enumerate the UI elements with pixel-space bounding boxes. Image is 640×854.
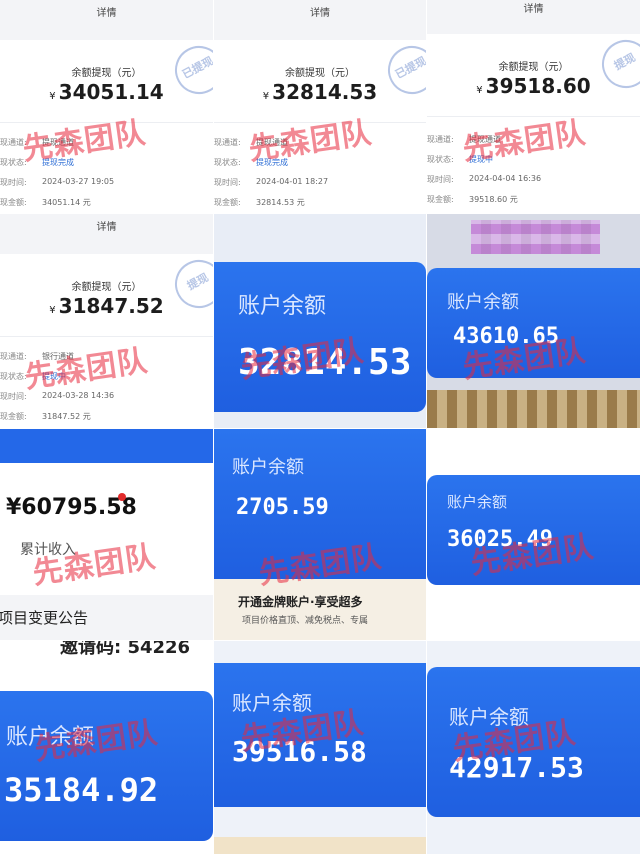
notice-text: 项目变更公告: [0, 609, 89, 627]
detail-card: 已提现 余额提现（元） ¥34051.14 现通道: 提现通道 现状态: 提现完成 …: [0, 37, 213, 213]
row-status: 现状态: 提现中: [0, 372, 66, 381]
balance-value: 32814.53: [238, 342, 412, 383]
income-label: 累计收入: [20, 542, 76, 558]
row-status: 现状态: 提现完成: [214, 158, 288, 167]
balance-card: 账户余额 35184.92: [0, 691, 213, 841]
withdrawal-detail-3: 详情 提现 余额提现（元） ¥39518.60 现通道: 提现通道 现状态: 提现中…: [427, 0, 640, 213]
divider: [0, 122, 213, 123]
balance-tile-7: 账户余额 42917.53: [427, 641, 640, 854]
income-amount: ¥60795.58: [6, 495, 137, 520]
withdraw-label: 余额提现（元）: [498, 62, 569, 73]
detail-title: 详情: [214, 0, 426, 40]
balance-card: 账户余额 32814.53: [214, 262, 426, 412]
promo-subtext: 项目价格直顶、减免税点、专属: [242, 616, 369, 626]
divider: [427, 116, 640, 117]
detail-card: 提现 余额提现（元） ¥31847.52 现通道: 银行通道 现状态: 提现中 现时…: [0, 251, 213, 428]
balance-value: 2705.59: [236, 495, 329, 520]
withdrawal-detail-4: 详情 提现 余额提现（元） ¥31847.52 现通道: 银行通道 现状态: 提现中…: [0, 214, 213, 428]
row-channel: 现通道: 提现通道: [427, 135, 501, 144]
balance-card: 账户余额 43610.65: [427, 268, 640, 378]
divider: [214, 122, 426, 123]
withdraw-label: 余额提现（元）: [71, 68, 142, 79]
withdraw-amount: ¥31847.52: [49, 294, 164, 318]
promo-headline: 开通金牌账户·享受超多: [238, 595, 363, 609]
row-amount: 现金额: 39518.60 元: [427, 195, 518, 204]
row-time: 现时间: 2024-04-01 18:27: [214, 177, 329, 187]
balance-label: 账户余额: [447, 493, 508, 511]
row-amount: 现金额: 32814.53 元: [214, 198, 305, 207]
withdraw-amount: ¥32814.53: [262, 80, 378, 104]
balance-label: 账户余额: [447, 292, 519, 313]
withdraw-label: 余额提现（元）: [285, 68, 355, 79]
balance-value: 39516.58: [232, 735, 367, 768]
balance-label: 账户余额: [232, 691, 312, 715]
row-status: 现状态: 提现完成: [0, 158, 74, 167]
row-channel: 现通道: 提现通道: [214, 138, 288, 147]
row-time: 现时间: 2024-04-04 16:36: [427, 174, 542, 184]
balance-value: 35184.92: [4, 771, 159, 809]
invite-code: 邀请码: 54226: [60, 641, 191, 658]
row-channel: 现通道: 提现通道: [0, 138, 74, 147]
withdraw-amount: ¥39518.60: [476, 74, 591, 98]
row-amount: 现金额: 34051.14 元: [0, 198, 91, 207]
balance-label: 账户余额: [238, 294, 327, 319]
bottom-strip: [214, 837, 426, 854]
balance-card: 账户余额 42917.53: [427, 667, 640, 817]
balance-tile-3: 账户余额 2705.59 开通金牌账户·享受超多 项目价格直顶、减免税点、专属: [214, 429, 426, 640]
balance-tile-6: 账户余额 39516.58: [214, 641, 426, 854]
balance-value: 43610.65: [453, 324, 559, 349]
balance-label: 账户余额: [232, 457, 304, 478]
detail-title: 详情: [427, 0, 640, 34]
balance-card: 账户余额 2705.59: [214, 429, 426, 579]
detail-title: 详情: [0, 0, 213, 40]
balance-tile-4: 账户余额 36025.49: [427, 429, 640, 640]
row-time: 现时间: 2024-03-27 19:05: [0, 177, 115, 187]
detail-card: 提现 余额提现（元） ¥39518.60 现通道: 提现通道 现状态: 提现中 现时…: [427, 31, 640, 213]
notification-dot: [118, 493, 126, 501]
balance-value: 36025.49: [447, 527, 553, 552]
withdrawal-detail-2: 详情 已提现 余额提现（元） ¥32814.53 现通道: 提现通道 现状态: 提现…: [214, 0, 426, 213]
balance-value: 42917.53: [449, 751, 584, 784]
notice-bar: 项目变更公告: [0, 595, 213, 640]
withdraw-label: 余额提现（元）: [71, 282, 142, 293]
balance-tile-2: 账户余额 43610.65: [427, 214, 640, 428]
income-header-bar: [0, 429, 213, 463]
income-tile: ¥60795.58 累计收入 项目变更公告: [0, 429, 213, 640]
balance-card: 账户余额 36025.49: [427, 475, 640, 585]
row-channel: 现通道: 银行通道: [0, 352, 74, 361]
balance-label: 账户余额: [449, 705, 529, 729]
balance-card: 账户余额 39516.58: [214, 663, 426, 807]
balance-tile-5: 邀请码: 54226 账户余额 35184.92: [0, 641, 213, 854]
detail-title: 详情: [0, 214, 213, 254]
divider: [0, 336, 213, 337]
withdraw-amount: ¥34051.14: [49, 80, 164, 104]
row-time: 现时间: 2024-03-28 14:36: [0, 391, 115, 401]
blurred-footer: [427, 390, 640, 428]
balance-label: 账户余额: [6, 725, 95, 750]
balance-tile-1: 账户余额 32814.53: [214, 214, 426, 428]
row-status: 现状态: 提现中: [427, 155, 493, 164]
withdrawal-detail-1: 详情 已提现 余额提现（元） ¥34051.14 现通道: 提现通道 现状态: 提现…: [0, 0, 213, 213]
blurred-header: [471, 220, 600, 254]
detail-card: 已提现 余额提现（元） ¥32814.53 现通道: 提现通道 现状态: 提现完成 …: [214, 37, 426, 213]
row-amount: 现金额: 31847.52 元: [0, 412, 91, 421]
